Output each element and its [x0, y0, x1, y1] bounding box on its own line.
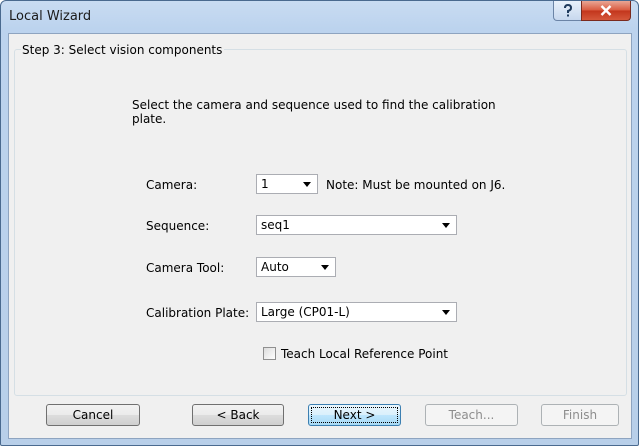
finish-button[interactable]: Finish — [541, 404, 619, 426]
dropdown-arrow-icon — [442, 223, 450, 228]
finish-button-label: Finish — [562, 408, 598, 422]
camera-dropdown[interactable]: 1 — [256, 174, 318, 194]
camera-tool-dropdown[interactable]: Auto — [256, 257, 336, 277]
cancel-button-label: Cancel — [72, 408, 114, 422]
dropdown-arrow-icon — [442, 310, 450, 315]
local-wizard-window: Local Wizard Step 3: Select vision compo… — [0, 0, 639, 446]
sequence-dropdown[interactable]: seq1 — [256, 215, 457, 235]
back-button-label: < Back — [216, 408, 260, 422]
focus-rectangle — [311, 407, 398, 423]
back-button[interactable]: < Back — [192, 404, 284, 426]
dropdown-arrow-icon — [303, 182, 311, 187]
step-title: Step 3: Select vision components — [21, 43, 225, 57]
next-button[interactable]: Next > — [308, 404, 401, 426]
sequence-label: Sequence: — [146, 219, 210, 233]
teach-local-reference-checkbox[interactable] — [263, 347, 276, 360]
title-bar[interactable]: Local Wizard — [1, 1, 638, 33]
camera-tool-label: Camera Tool: — [146, 261, 225, 275]
teach-button[interactable]: Teach... — [425, 404, 518, 426]
sequence-value: seq1 — [261, 218, 290, 232]
instruction-text: Select the camera and sequence used to f… — [132, 98, 496, 126]
calibration-plate-dropdown[interactable]: Large (CP01-L) — [256, 302, 457, 322]
camera-tool-value: Auto — [261, 260, 289, 274]
teach-button-label: Teach... — [448, 408, 495, 422]
help-icon — [564, 4, 573, 17]
dropdown-arrow-icon — [321, 265, 329, 270]
close-button[interactable] — [581, 1, 631, 21]
window-title: Local Wizard — [9, 9, 92, 24]
wizard-client-area: Step 3: Select vision components Select … — [8, 33, 632, 439]
teach-local-reference-label[interactable]: Teach Local Reference Point — [281, 347, 448, 361]
camera-label: Camera: — [146, 178, 198, 192]
close-icon — [600, 5, 612, 16]
cancel-button[interactable]: Cancel — [46, 404, 140, 426]
camera-note: Note: Must be mounted on J6. — [326, 178, 506, 192]
camera-value: 1 — [261, 177, 269, 191]
calibration-plate-value: Large (CP01-L) — [261, 305, 350, 319]
help-button[interactable] — [553, 1, 583, 21]
calibration-plate-label: Calibration Plate: — [146, 306, 250, 320]
